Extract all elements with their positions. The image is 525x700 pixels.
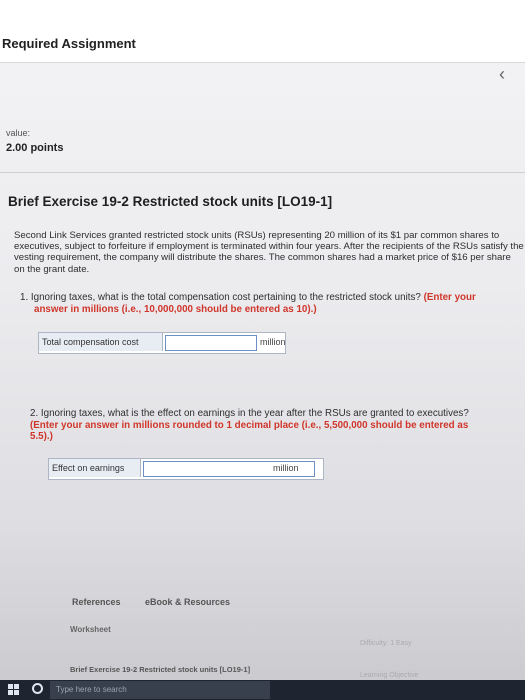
question-1-instruction: (Enter your [423, 292, 476, 303]
answer-row-1: Total compensation cost million [38, 332, 286, 354]
question-2-instruction: (Enter your answer in millions rounded t… [30, 419, 469, 431]
top-bar: Required Assignment [0, 0, 525, 63]
brief-exercise-link[interactable]: Brief Exercise 19-2 Restricted stock uni… [70, 665, 270, 674]
divider [0, 172, 525, 173]
question-2-instruction-cont: 5.5).) [30, 431, 53, 442]
question-2-number: 2. [30, 408, 39, 419]
page-title: Required Assignment [2, 36, 136, 51]
taskbar-search-input[interactable]: Type here to search [50, 681, 270, 699]
answer-row-2: Effect on earnings million [48, 458, 324, 480]
question-1-text: Ignoring taxes, what is the total compen… [30, 292, 421, 303]
answer-unit-2: million [273, 463, 299, 473]
score-label: value: [6, 128, 31, 138]
question-2-text: Ignoring taxes, what is the effect on ea… [40, 408, 469, 419]
question-1-instruction-cont: answer in millions (i.e., 10,000,000 sho… [34, 303, 317, 315]
divider [0, 585, 525, 586]
learning-objective-label: Learning Objective [360, 672, 419, 679]
windows-start-icon[interactable] [8, 684, 19, 695]
chevron-left-icon[interactable]: ‹ [499, 65, 515, 83]
answer-unit-1: million [260, 337, 286, 347]
references-tab[interactable]: References [72, 597, 121, 607]
score-points: 2.00 points [6, 142, 64, 154]
windows-taskbar: Type here to search [0, 680, 525, 700]
question-2: 2. Ignoring taxes, what is the effect on… [30, 408, 510, 443]
question-1-number: 1. [20, 292, 29, 303]
answer-label-2: Effect on earnings [49, 459, 141, 477]
total-compensation-input[interactable] [165, 335, 257, 351]
ebook-resources-tab[interactable]: eBook & Resources [145, 597, 230, 607]
worksheet-label: Worksheet [70, 625, 111, 634]
cortana-icon[interactable] [32, 683, 43, 694]
answer-label-1: Total compensation cost [39, 333, 163, 351]
difficulty-label: Difficulty: 1 Easy [360, 640, 412, 647]
exercise-heading: Brief Exercise 19-2 Restricted stock uni… [8, 194, 333, 209]
exercise-description: Second Link Services granted restricted … [14, 230, 524, 275]
question-1: 1. Ignoring taxes, what is the total com… [20, 292, 520, 315]
